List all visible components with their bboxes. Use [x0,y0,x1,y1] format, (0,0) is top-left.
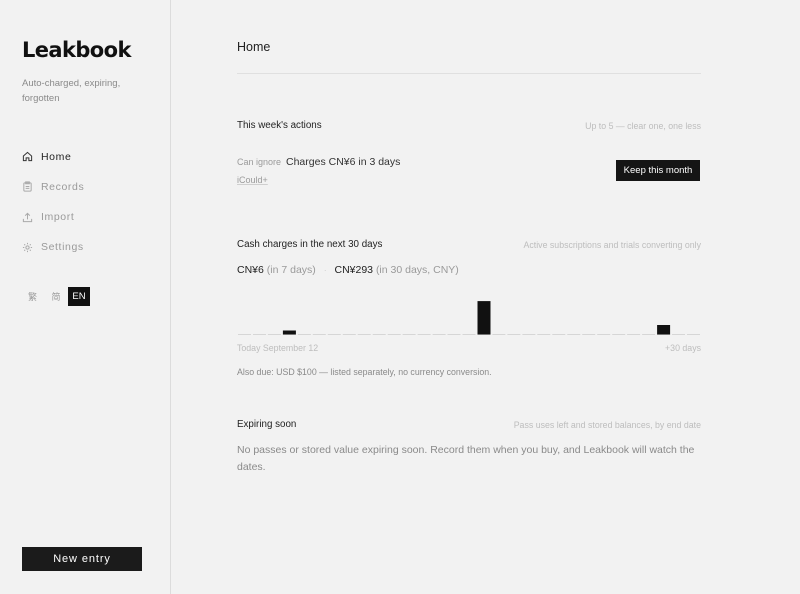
chart-baseline-segment [253,334,266,335]
section-title-charges: Cash charges in the next 30 days [237,239,383,250]
chart-baseline-segment [642,334,656,335]
lang-english[interactable]: EN [68,287,90,306]
chart-baseline-segment [342,334,356,335]
sidebar-item-label: Records [41,180,85,193]
section-title-expiring: Expiring soon [237,419,297,430]
title-divider [237,73,701,74]
sidebar-item-import[interactable]: Import [22,209,84,226]
upload-icon [22,212,33,223]
also-due-note: Also due: USD $100 — listed separately, … [237,367,492,377]
section-note-charges: Active subscriptions and trials converti… [523,240,702,250]
sidebar-item-label: Home [41,150,72,163]
chart-baseline-segment [552,334,566,335]
section-title-actions: This week's actions [237,120,322,131]
keep-this-month-button[interactable]: Keep this month [616,160,700,181]
chart-baseline-segment [507,334,521,335]
totals-separator: · [323,266,327,275]
chart-baseline-segment [267,334,281,335]
chart-baseline-segment [402,334,416,335]
chart-baseline-segment [238,334,251,335]
action-tag: Can ignore [237,157,282,167]
new-entry-button[interactable]: New entry [22,547,142,571]
chart-end-label: +30 days [665,343,701,353]
chart-baseline-segment [612,334,626,335]
tagline: Auto-charged, expiring, forgotten [22,78,121,104]
sidebar-item-label: Settings [41,241,84,254]
total-30-days-detail: (in 30 days, CNY) [375,264,459,276]
charges-totals: CN¥6 (in 7 days) · CN¥293 (in 30 days, CNY… [237,264,459,276]
sidebar-item-records[interactable]: Records [22,178,84,195]
chart-baseline-segment [567,334,581,335]
charges-bar-chart [238,301,700,335]
sidebar-item-label: Import [41,211,75,224]
sidebar-item-settings[interactable]: Settings [22,239,84,256]
chart-baseline-segment [597,334,611,335]
chart-bar[interactable] [477,301,491,335]
chart-baseline-segment [387,334,401,335]
lang-simplified-chinese[interactable]: 简 [44,287,68,306]
chart-baseline-segment [372,334,386,335]
chart-baseline-segment [582,334,596,335]
section-note-expiring: Pass uses left and stored balances, by e… [513,420,701,430]
gear-icon [22,242,33,253]
chart-baseline-segment [672,334,685,335]
chart-baseline-segment [522,334,536,335]
chart-baseline-segment [432,334,446,335]
chart-baseline-segment [297,334,311,335]
chart-baseline-segment [537,334,551,335]
action-text: Charges CN¥6 in 3 days [286,156,401,168]
action-service-link[interactable]: iCould+ [237,175,268,185]
chart-baseline-segment [312,334,326,335]
page-title: Home [237,40,271,54]
sidebar: Leakbook Auto-charged, expiring, forgott… [0,0,171,594]
chart-baseline-segment [447,334,461,335]
main-content: Home This week's actions Up to 5 — clear… [237,0,701,594]
total-30-days-amount: CN¥293 [334,264,374,276]
expiring-empty-message: No passes or stored value expiring soon.… [237,444,695,473]
section-note-actions: Up to 5 — clear one, one less [585,121,701,131]
chart-baseline-segment [462,334,476,335]
total-7-days-amount: CN¥6 [237,264,264,276]
sidebar-nav: Home Records Import Settings [22,148,84,269]
chart-bar[interactable] [657,325,671,335]
chart-baseline-segment [492,334,506,335]
brand-logo[interactable]: Leakbook [22,38,131,62]
home-icon [22,151,33,162]
language-switcher: 繁 简 EN [22,287,90,306]
chart-baseline-segment [627,334,641,335]
chart-baseline-segment [327,334,341,335]
chart-baseline-segment [687,334,700,335]
sidebar-item-home[interactable]: Home [22,148,84,165]
total-7-days-detail: (in 7 days) [266,264,316,276]
chart-baseline-segment [357,334,371,335]
chart-baseline-segment [417,334,431,335]
lang-traditional-chinese[interactable]: 繁 [22,287,44,306]
chart-start-label: Today September 12 [237,343,319,353]
chart-bar[interactable] [282,330,296,335]
clipboard-icon [22,181,33,192]
